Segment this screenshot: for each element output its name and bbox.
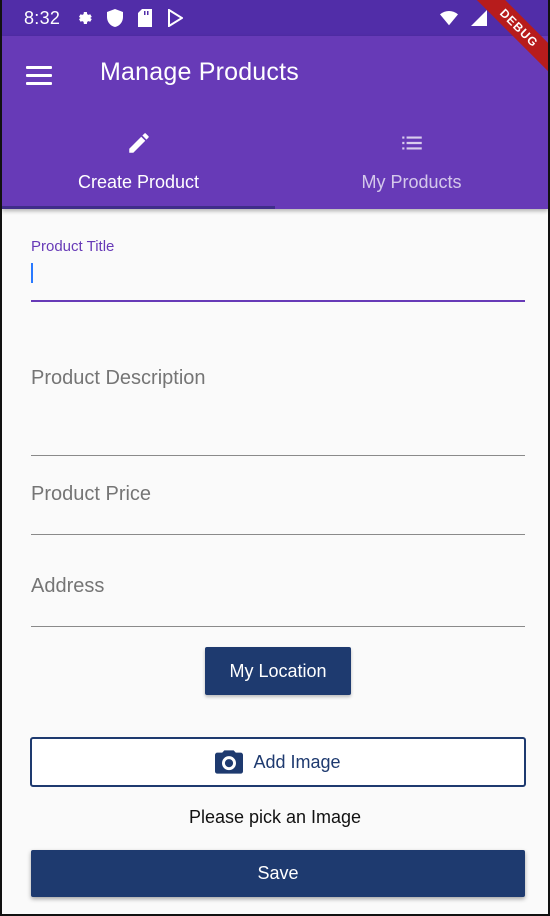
- page-title: Manage Products: [100, 58, 299, 86]
- tab-my-products[interactable]: My Products: [275, 114, 548, 209]
- tab-label: Create Product: [77, 172, 200, 192]
- list-icon: [399, 128, 425, 158]
- shield-icon: [106, 9, 124, 27]
- sd-card-icon: [136, 9, 154, 27]
- tab-create-product[interactable]: Create Product: [2, 114, 275, 209]
- play-store-icon: [166, 9, 184, 27]
- pencil-icon: [126, 128, 152, 158]
- save-button[interactable]: Save: [31, 850, 525, 897]
- my-location-button[interactable]: My Location: [205, 647, 351, 695]
- field-underline: [31, 626, 525, 627]
- field-underline: [31, 455, 525, 456]
- product-description-field[interactable]: Product Description: [31, 362, 525, 456]
- tab-label: My Products: [361, 172, 462, 192]
- product-title-field[interactable]: Product Title: [31, 238, 525, 302]
- text-cursor: [31, 263, 33, 283]
- add-image-label: Add Image: [253, 751, 341, 772]
- status-time: 8:32: [24, 7, 61, 28]
- address-placeholder: Address: [31, 575, 105, 597]
- address-field[interactable]: Address: [31, 570, 525, 627]
- tab-bar: Create Product My Products: [2, 114, 548, 209]
- wifi-icon: [440, 9, 458, 27]
- status-bar: 8:32: [2, 0, 548, 36]
- product-title-label: Product Title: [31, 238, 115, 255]
- hamburger-menu-icon[interactable]: [26, 60, 56, 90]
- field-underline: [31, 300, 525, 302]
- app-bar: Manage Products Create Product My Produc…: [2, 36, 548, 209]
- product-price-field[interactable]: Product Price: [31, 478, 525, 535]
- settings-icon: [76, 9, 94, 27]
- app-screen: 8:32 Manage Products Create Product My P…: [0, 0, 550, 916]
- add-image-button[interactable]: Add Image: [30, 737, 526, 787]
- signal-icon: [470, 9, 488, 27]
- field-underline: [31, 534, 525, 535]
- product-description-placeholder: Product Description: [31, 367, 206, 389]
- tab-indicator: [2, 206, 275, 209]
- product-price-placeholder: Product Price: [31, 483, 152, 505]
- camera-icon: [215, 749, 244, 775]
- image-hint-text: Please pick an Image: [188, 807, 362, 827]
